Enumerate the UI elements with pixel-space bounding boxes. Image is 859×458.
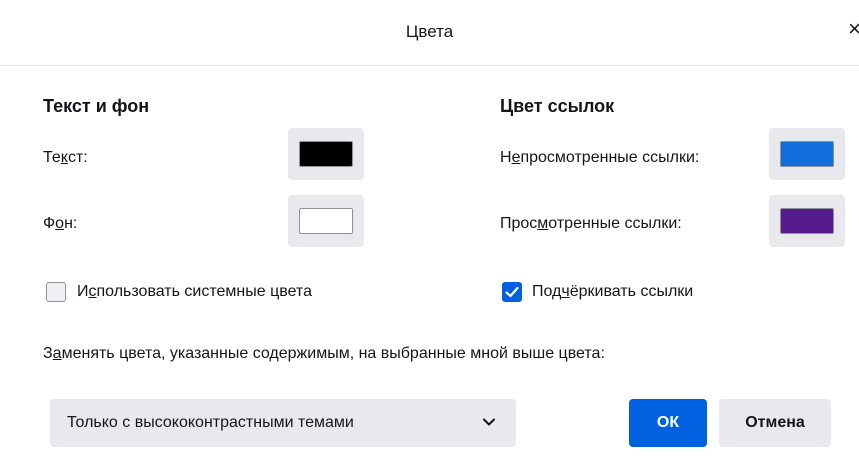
use-system-colors-checkbox[interactable] xyxy=(46,282,66,302)
visited-links-label: Просмотренные ссылки: xyxy=(500,215,682,232)
text-background-heading: Текст и фон xyxy=(43,96,150,116)
visited-links-swatch xyxy=(780,208,834,234)
background-color-swatch xyxy=(299,208,353,234)
chevron-down-icon xyxy=(483,418,495,426)
override-colors-select[interactable]: Только с высококонтрастными темами xyxy=(50,399,516,447)
unvisited-links-color-button[interactable] xyxy=(769,128,845,180)
background-color-label: Фон: xyxy=(43,215,78,232)
override-colors-select-value: Только с высококонтрастными темами xyxy=(67,414,354,431)
visited-links-color-button[interactable] xyxy=(769,195,845,247)
override-colors-label: Заменять цвета, указанные содержимым, на… xyxy=(43,345,605,362)
dialog-titlebar: Цвета × xyxy=(0,0,859,66)
unvisited-links-label: Непросмотренные ссылки: xyxy=(500,149,700,166)
underline-links-label[interactable]: Подчёркивать ссылки xyxy=(532,283,693,301)
link-colors-heading: Цвет ссылок xyxy=(500,96,615,116)
ok-button[interactable]: ОК xyxy=(629,399,707,447)
background-color-button[interactable] xyxy=(288,195,364,247)
use-system-colors-label[interactable]: Использовать системные цвета xyxy=(77,283,312,301)
underline-links-checkbox[interactable] xyxy=(502,282,522,302)
close-icon[interactable]: × xyxy=(848,18,859,40)
text-color-label: Текст: xyxy=(43,149,88,166)
cancel-button[interactable]: Отмена xyxy=(719,399,831,447)
text-color-button[interactable] xyxy=(288,128,364,180)
dialog-title: Цвета xyxy=(405,22,454,41)
checkmark-icon xyxy=(505,286,519,298)
unvisited-links-swatch xyxy=(780,141,834,167)
text-color-swatch xyxy=(299,141,353,167)
